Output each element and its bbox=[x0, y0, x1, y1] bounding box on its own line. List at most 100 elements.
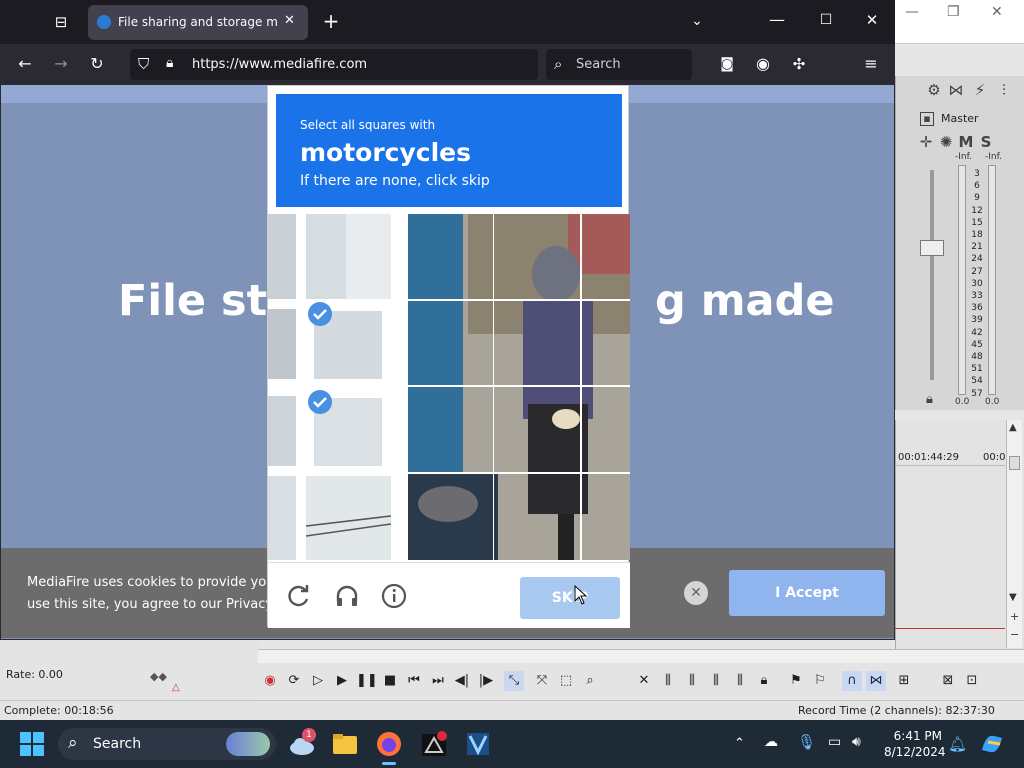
go-end-icon[interactable]: ⏭ bbox=[428, 671, 448, 691]
show-hidden-icons-chevron-icon[interactable]: ⌃ bbox=[734, 736, 745, 751]
envelope-tool-icon[interactable]: ⤧ bbox=[532, 671, 552, 691]
accept-cookies-button[interactable]: I Accept bbox=[729, 570, 885, 616]
horizontal-scrollbar[interactable] bbox=[258, 649, 1024, 663]
go-start-icon[interactable]: ⏮ bbox=[404, 671, 424, 691]
normal-edit-tool-icon[interactable]: ⤡ bbox=[504, 671, 524, 691]
back-arrow-icon[interactable]: ← bbox=[14, 54, 36, 74]
copilot-icon[interactable] bbox=[978, 730, 1006, 758]
minimize-icon[interactable]: — bbox=[905, 4, 919, 20]
cookie-close-icon[interactable]: ✕ bbox=[684, 581, 708, 605]
onedrive-cloud-icon[interactable]: ☁ bbox=[764, 734, 778, 750]
windows-start-icon[interactable] bbox=[20, 732, 44, 756]
lock-envelopes-icon[interactable]: ⊠ bbox=[938, 671, 958, 691]
window-minimize-icon[interactable]: — bbox=[766, 10, 788, 30]
info-icon[interactable] bbox=[381, 583, 407, 609]
search-input[interactable]: Search bbox=[576, 57, 621, 72]
reload-icon[interactable]: ↻ bbox=[86, 54, 108, 74]
trim-end-icon[interactable]: ⫼ bbox=[706, 671, 726, 691]
selection-tool-icon[interactable]: ⬚ bbox=[556, 671, 576, 691]
vegas-app-icon[interactable] bbox=[420, 730, 448, 758]
taskbar-search[interactable]: ⌕ Search bbox=[58, 728, 276, 760]
list-tabs-chevron-down-icon[interactable]: ⌄ bbox=[686, 11, 708, 31]
window-close-icon[interactable]: ✕ bbox=[861, 10, 883, 30]
rate-slider-icon[interactable]: ◆◆ bbox=[150, 670, 167, 683]
close-icon[interactable]: ✕ bbox=[991, 4, 1003, 20]
url-text[interactable]: https://www.mediafire.com bbox=[192, 57, 367, 72]
grid-line bbox=[493, 214, 494, 560]
mute-button[interactable]: M bbox=[958, 134, 974, 150]
lock-icon[interactable]: 🔒︎ bbox=[926, 392, 933, 407]
prev-frame-icon[interactable]: ◀| bbox=[452, 671, 472, 691]
firefox-icon[interactable] bbox=[375, 730, 403, 758]
meter-scale-tick: 12 bbox=[971, 205, 983, 216]
tracking-shield-icon[interactable]: ⛉ bbox=[138, 55, 149, 73]
split-icon[interactable]: ⫼ bbox=[730, 671, 750, 691]
notification-bell-icon[interactable]: 🔔︎ bbox=[948, 735, 967, 753]
tab-overview-icon[interactable]: ⊟ bbox=[50, 12, 72, 32]
vertical-scrollbar[interactable]: ▲ ▼ + − bbox=[1006, 420, 1022, 648]
captcha-tile[interactable] bbox=[268, 309, 296, 379]
reload-challenge-icon[interactable] bbox=[286, 583, 312, 609]
captcha-tile[interactable] bbox=[306, 476, 391, 560]
volume-speaker-icon[interactable]: 🔊︎ bbox=[852, 734, 861, 750]
ripple-icon[interactable]: ⊞ bbox=[894, 671, 914, 691]
skip-button[interactable]: SKIP bbox=[520, 577, 620, 619]
scroll-thumb[interactable] bbox=[1009, 456, 1020, 470]
extensions-puzzle-icon[interactable]: ✣ bbox=[788, 54, 810, 74]
zoom-out-icon[interactable]: − bbox=[1010, 628, 1019, 641]
bow-tie-icon[interactable]: ⋈ bbox=[948, 82, 964, 98]
master-square-icon[interactable]: ▪ bbox=[920, 112, 934, 126]
meter-scale-tick: 33 bbox=[971, 291, 983, 302]
record-icon[interactable]: ◉ bbox=[260, 671, 280, 691]
trim-icon[interactable]: ⫼ bbox=[658, 671, 678, 691]
network-icon[interactable]: ▭ bbox=[828, 734, 841, 750]
captcha-tile[interactable] bbox=[268, 396, 296, 466]
tab-close-icon[interactable]: ✕ bbox=[284, 13, 295, 28]
pan-icon[interactable]: ✛ bbox=[918, 134, 934, 150]
new-tab-icon[interactable]: + bbox=[320, 11, 342, 31]
loop-icon[interactable]: ⟳ bbox=[284, 671, 304, 691]
window-maximize-icon[interactable]: ☐ bbox=[815, 10, 837, 30]
fx-icon[interactable]: ⚡ bbox=[972, 82, 988, 98]
taskbar-clock[interactable]: 6:41 PM 8/12/2024 bbox=[884, 728, 946, 760]
lock-event-icon[interactable]: 🔒︎ bbox=[754, 671, 774, 691]
audio-challenge-headphones-icon[interactable] bbox=[334, 583, 360, 609]
zoom-tool-icon[interactable]: ⌕ bbox=[580, 671, 600, 691]
pocket-icon[interactable]: ◙ bbox=[716, 54, 738, 74]
video-editor-app-icon[interactable] bbox=[464, 730, 492, 758]
captcha-tile[interactable] bbox=[268, 476, 296, 560]
ignore-grouping-icon[interactable]: ⊡ bbox=[962, 671, 982, 691]
microphone-icon[interactable]: 🎙︎ bbox=[797, 733, 816, 751]
captcha-tile[interactable] bbox=[306, 214, 391, 299]
next-frame-icon[interactable]: |▶ bbox=[476, 671, 496, 691]
padlock-icon[interactable]: 🔒︎ bbox=[166, 55, 173, 71]
solo-button[interactable]: S bbox=[978, 134, 994, 150]
settings-gear-icon[interactable]: ⚙ bbox=[926, 82, 942, 98]
account-icon[interactable]: ◉ bbox=[752, 54, 774, 74]
marker-icon[interactable]: ⚑ bbox=[786, 671, 806, 691]
play-icon[interactable]: ▶ bbox=[332, 671, 352, 691]
file-explorer-folder-icon[interactable] bbox=[331, 730, 359, 758]
fx-gear-icon[interactable]: ✺ bbox=[938, 134, 954, 150]
snapping-icon[interactable]: ∩ bbox=[842, 671, 862, 691]
trim-start-icon[interactable]: ⫼ bbox=[682, 671, 702, 691]
master-fader-knob[interactable] bbox=[920, 240, 944, 256]
address-bar[interactable]: ⛉ 🔒︎ https://www.mediafire.com bbox=[130, 49, 538, 80]
search-bar[interactable]: ⌕ Search bbox=[546, 49, 692, 80]
forward-arrow-icon[interactable]: → bbox=[50, 54, 72, 74]
meter-scale-tick: 42 bbox=[971, 327, 983, 338]
pause-icon[interactable]: ❚❚ bbox=[356, 671, 378, 691]
faders-icon[interactable]: ⫶ bbox=[996, 82, 1012, 98]
restore-icon[interactable]: ❐ bbox=[947, 4, 960, 20]
scroll-down-icon[interactable]: ▼ bbox=[1009, 592, 1017, 603]
region-icon[interactable]: ⚐ bbox=[810, 671, 830, 691]
stop-icon[interactable]: ■ bbox=[380, 671, 400, 691]
delete-icon[interactable]: ✕ bbox=[634, 671, 654, 691]
zoom-in-icon[interactable]: + bbox=[1010, 610, 1019, 623]
app-menu-hamburger-icon[interactable]: ≡ bbox=[860, 54, 882, 74]
play-from-start-icon[interactable]: ▷ bbox=[308, 671, 328, 691]
captcha-tile[interactable] bbox=[268, 214, 296, 299]
auto-crossfade-icon[interactable]: ⋈ bbox=[866, 671, 886, 691]
tab-mediafire[interactable]: File sharing and storage made ✕ bbox=[88, 5, 308, 40]
scroll-up-icon[interactable]: ▲ bbox=[1009, 422, 1017, 433]
